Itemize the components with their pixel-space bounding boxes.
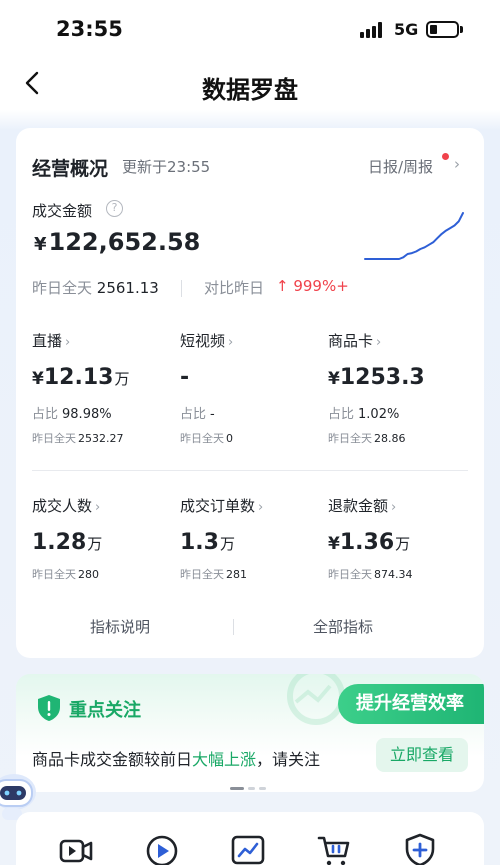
yday-label: 昨日全天 [328, 568, 372, 581]
share-label: 占比 [180, 407, 207, 422]
chevron-right-icon: › [454, 155, 460, 173]
yday-label: 昨日全天 [32, 279, 93, 297]
notification-dot [442, 153, 449, 160]
metric-currency: ¥ [328, 369, 340, 389]
metric-value: - [180, 365, 190, 390]
focus-text-after: ，请关注 [256, 750, 321, 769]
metric-unit: 万 [219, 535, 235, 553]
gmv-currency: ¥ [34, 234, 47, 255]
metric-unit: 万 [395, 535, 411, 553]
status-bar: 23:55 5G [0, 0, 500, 58]
focus-text-highlight: 大幅上涨 [192, 750, 257, 769]
metric-unit: 万 [114, 370, 130, 388]
chevron-right-icon: › [258, 500, 264, 515]
focus-text-before: 商品卡成交金额较前日 [32, 750, 193, 769]
yday-value: 280 [78, 568, 99, 581]
shield-check-icon [38, 695, 60, 721]
metric-live[interactable]: 直播 › ¥12.13万 占比 98.98% 昨日全天 2532.27 [32, 330, 172, 446]
metric-product-card[interactable]: 商品卡 › ¥1253.3 占比 1.02% 昨日全天 28.86 [328, 330, 468, 446]
chevron-right-icon: › [228, 335, 234, 350]
overview-title: 经营概况 [32, 158, 109, 180]
gmv-label: 成交金额 [32, 202, 93, 220]
signal-icon [360, 22, 386, 38]
metric-label: 成交人数 [32, 497, 93, 515]
yday-label: 昨日全天 [180, 432, 224, 445]
yday-value: 874.34 [374, 568, 413, 581]
pager-dot [248, 787, 255, 790]
metric-buyers[interactable]: 成交人数 › 1.28万 昨日全天 280 [32, 495, 172, 582]
metric-value: 1.36 [339, 530, 395, 555]
chart-icon[interactable] [230, 832, 266, 865]
share-value: 98.98% [62, 407, 112, 422]
cart-icon[interactable] [316, 832, 352, 865]
gmv-amount: 122,652.58 [48, 228, 201, 256]
metric-value: 12.13 [43, 365, 114, 390]
shield-plus-icon[interactable] [402, 832, 438, 865]
metric-value: 1253.3 [339, 365, 425, 390]
share-label: 占比 [328, 407, 355, 422]
chevron-right-icon: › [65, 335, 71, 350]
chevron-right-icon: › [376, 335, 382, 350]
divider [181, 280, 182, 297]
metric-help-link[interactable]: 指标说明 [90, 616, 150, 637]
focus-title: 重点关注 [69, 700, 141, 721]
overview-card: 经营概况 更新于23:55 日报/周报 › 成交金额 ? ¥122,652.58… [16, 128, 484, 658]
help-icon[interactable]: ? [106, 200, 123, 217]
nav-bar: 数据罗盘 [0, 58, 500, 110]
metric-label: 商品卡 [328, 332, 374, 350]
focus-card: 重点关注 提升经营效率 商品卡成交金额较前日大幅上涨，请关注 立即查看 [16, 674, 484, 792]
trend-line [364, 212, 464, 260]
metric-label: 直播 [32, 332, 63, 350]
play-icon[interactable] [144, 832, 180, 865]
focus-banner: 提升经营效率 [338, 684, 484, 724]
metric-value: 1.28 [32, 530, 87, 555]
pager-dot-active [230, 787, 244, 790]
pager-dot [259, 787, 266, 790]
yday-label: 昨日全天 [32, 432, 76, 445]
metric-value: 1.3 [180, 530, 219, 555]
yday-value: 2532.27 [78, 432, 124, 445]
metric-label: 成交订单数 [180, 497, 256, 515]
yday-label: 昨日全天 [328, 432, 372, 445]
compare-label: 对比昨日 [204, 279, 265, 297]
yday-label: 昨日全天 [32, 568, 76, 581]
chevron-right-icon: › [95, 500, 101, 515]
all-metrics-link[interactable]: 全部指标 [313, 616, 373, 637]
battery-cap [460, 26, 463, 33]
live-video-icon[interactable] [58, 832, 94, 865]
share-value: 1.02% [358, 407, 400, 422]
metric-short-video[interactable]: 短视频 › - 占比 - 昨日全天 0 [180, 330, 320, 446]
share-label: 占比 [32, 407, 59, 422]
yday-value: 28.86 [374, 432, 406, 445]
yday-label: 昨日全天 [180, 568, 224, 581]
chevron-right-icon: › [391, 500, 397, 515]
card-footer: 指标说明 全部指标 [16, 616, 484, 638]
network-type: 5G [394, 20, 419, 39]
yday-value: 281 [226, 568, 247, 581]
metric-label: 退款金额 [328, 497, 389, 515]
metric-label: 短视频 [180, 332, 226, 350]
battery-icon [426, 21, 459, 38]
share-value: - [210, 407, 215, 422]
page-title: 数据罗盘 [202, 76, 298, 104]
metric-unit: 万 [87, 535, 103, 553]
status-time: 23:55 [56, 17, 123, 41]
view-now-button[interactable]: 立即查看 [376, 738, 468, 772]
tools-bar [16, 812, 484, 865]
yday-value: 2561.13 [96, 279, 159, 297]
gmv-value: ¥122,652.58 [34, 228, 200, 256]
yday-value: 0 [226, 432, 233, 445]
divider [233, 619, 234, 635]
compare-value: ↑ 999%+ [276, 277, 349, 295]
metric-refund[interactable]: 退款金额 › ¥1.36万 昨日全天 874.34 [328, 495, 468, 582]
gmv-trend-sparkline [364, 212, 464, 260]
focus-message: 商品卡成交金额较前日大幅上涨，请关注 [32, 746, 320, 770]
updated-time: 更新于23:55 [122, 158, 211, 176]
report-link[interactable]: 日报/周报 [368, 156, 433, 177]
metric-currency: ¥ [32, 369, 44, 389]
metric-orders[interactable]: 成交订单数 › 1.3万 昨日全天 281 [180, 495, 320, 582]
metric-currency: ¥ [328, 534, 340, 554]
divider [32, 470, 468, 471]
